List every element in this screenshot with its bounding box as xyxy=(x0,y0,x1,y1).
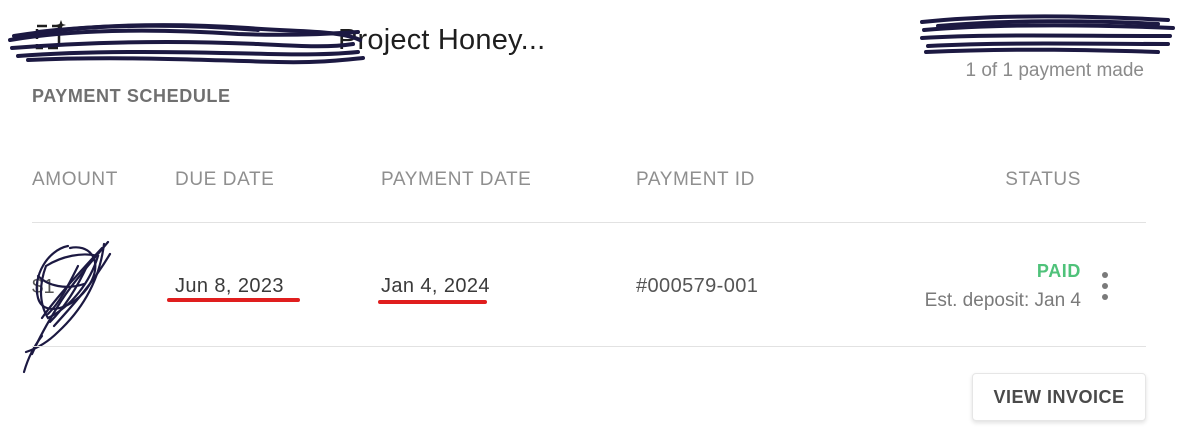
annotation-underline-due-date xyxy=(167,298,300,302)
view-invoice-button[interactable]: VIEW INVOICE xyxy=(972,373,1146,421)
column-header-amount: AMOUNT xyxy=(32,169,118,190)
divider xyxy=(32,346,1146,347)
column-header-payment-date: PAYMENT DATE xyxy=(381,169,532,190)
annotation-underline-payment-date xyxy=(378,300,487,304)
status-badge: PAID xyxy=(1036,261,1081,281)
redaction-scribble-total xyxy=(918,8,1178,60)
status-deposit-estimate: Est. deposit: Jan 4 xyxy=(924,290,1081,311)
more-options-icon[interactable] xyxy=(1092,266,1118,306)
cell-payment-date: Jan 4, 2024 xyxy=(381,275,490,297)
column-header-payment-id: PAYMENT ID xyxy=(636,169,755,190)
more-dot xyxy=(1102,283,1108,289)
cell-due-date: Jun 8, 2023 xyxy=(175,275,284,297)
section-heading: PAYMENT SCHEDULE xyxy=(32,86,231,106)
column-header-status: STATUS xyxy=(1005,169,1081,190)
more-dot xyxy=(1102,294,1108,300)
more-dot xyxy=(1102,272,1108,278)
redaction-scribble-title xyxy=(8,10,368,72)
project-title: Project Honey... xyxy=(338,24,546,56)
payment-count: 1 of 1 payment made xyxy=(965,60,1145,81)
redaction-scribble-amount xyxy=(18,236,118,376)
divider xyxy=(32,222,1146,223)
column-header-due-date: DUE DATE xyxy=(175,169,275,190)
cell-payment-id: #000579-001 xyxy=(636,275,759,297)
